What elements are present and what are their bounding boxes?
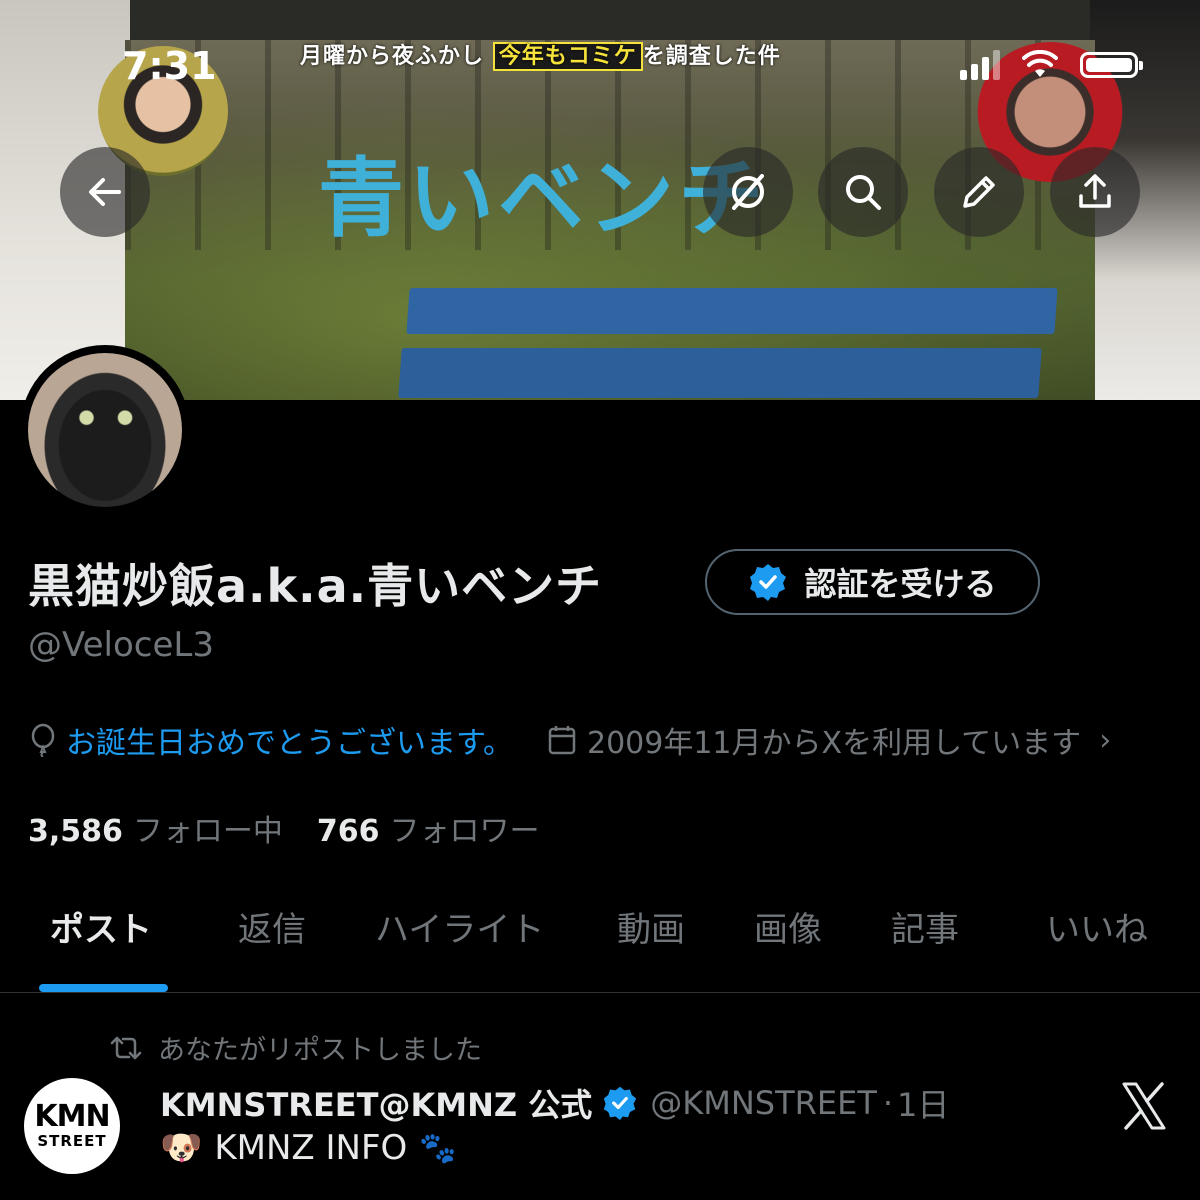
share-icon xyxy=(1079,174,1111,208)
post-timestamp[interactable]: 1日 xyxy=(897,1080,949,1126)
followers-count: 766 xyxy=(316,814,380,849)
tv-show-title: 月曜から夜ふかし xyxy=(300,44,485,69)
post-author-name[interactable]: KMNSTREET@KMNZ 公式 xyxy=(160,1080,592,1126)
status-bar-time: 7:31 xyxy=(122,44,217,88)
arrow-left-icon xyxy=(89,178,121,206)
joined-date-text[interactable]: 2009年11月からXを利用しています xyxy=(587,718,1081,762)
tab-posts[interactable]: ポスト xyxy=(50,902,152,951)
search-icon xyxy=(846,175,881,210)
post-author-avatar[interactable]: KMN STREET xyxy=(24,1078,120,1174)
active-tab-indicator xyxy=(39,984,168,992)
tv-caption-highlight: 今年もコミケ xyxy=(492,42,643,71)
tv-caption-rest: を調査した件 xyxy=(642,44,781,69)
profile-meta-row: お誕生日おめでとうございます。 2009年11月からXを利用しています › xyxy=(28,718,1111,762)
wifi-icon xyxy=(1022,50,1058,77)
balloon-icon xyxy=(31,723,55,757)
status-bar-icons xyxy=(960,50,1143,80)
post-author-handle[interactable]: @KMNSTREET xyxy=(650,1084,877,1122)
back-button[interactable] xyxy=(60,147,150,237)
grok-button[interactable] xyxy=(703,147,793,237)
black-cat-avatar-image xyxy=(28,353,182,507)
post-text: KMNZ INFO xyxy=(214,1128,408,1168)
get-verified-label: 認証を受ける xyxy=(804,565,997,603)
tab-replies[interactable]: 返信 xyxy=(238,902,306,951)
paw-prints-emoji-icon: 🐾 xyxy=(419,1130,457,1166)
edit-button[interactable] xyxy=(934,147,1024,237)
repost-icon xyxy=(110,1036,142,1059)
banner-sign-text: 青いベンチ xyxy=(318,149,768,249)
repost-label: あなたがリポストしました xyxy=(158,1035,482,1066)
chevron-right-icon[interactable]: › xyxy=(1099,723,1111,758)
search-button[interactable] xyxy=(818,147,908,237)
profile-display-name: 黒猫炒飯a.k.a.青いベンチ xyxy=(28,559,603,613)
followers-link[interactable]: 766 フォロワー xyxy=(317,806,540,850)
dog-emoji-icon: 🐶 xyxy=(160,1128,203,1168)
followers-label: フォロワー xyxy=(389,814,540,849)
following-link[interactable]: 3,586 フォロー中 xyxy=(28,806,283,850)
calendar-icon xyxy=(548,726,576,755)
repost-indicator: あなたがリポストしました xyxy=(108,1028,482,1067)
profile-tabs: ポスト 返信 ハイライト 動画 画像 記事 いいね xyxy=(0,892,1200,993)
birthday-text[interactable]: お誕生日おめでとうございます。 xyxy=(66,718,513,762)
tab-highlights[interactable]: ハイライト xyxy=(375,902,544,951)
tab-articles[interactable]: 記事 xyxy=(891,902,959,951)
following-count: 3,586 xyxy=(28,814,123,849)
get-verified-button[interactable]: 認証を受ける xyxy=(705,549,1040,615)
battery-icon xyxy=(1080,52,1143,78)
post-body[interactable]: 🐶 KMNZ INFO 🐾 xyxy=(160,1128,457,1168)
avatar-logo-line2: STREET xyxy=(37,1132,107,1150)
pencil-icon xyxy=(963,176,995,208)
follow-stats: 3,586 フォロー中 766 フォロワー xyxy=(28,806,540,850)
post-meta-separator: · xyxy=(882,1084,894,1122)
profile-avatar[interactable] xyxy=(20,345,190,515)
cellular-signal-icon xyxy=(960,50,1000,80)
x-logo-icon xyxy=(1122,1082,1166,1130)
avatar-logo-line1: KMN xyxy=(34,1099,110,1134)
profile-handle: @VeloceL3 xyxy=(28,625,214,665)
grok-icon xyxy=(732,174,764,210)
share-button[interactable] xyxy=(1050,147,1140,237)
verified-badge-icon xyxy=(604,1086,637,1121)
tab-videos[interactable]: 動画 xyxy=(617,902,685,951)
banner-bench-top xyxy=(406,288,1058,334)
banner-tv-caption: 月曜から夜ふかし 今年もコミケ を調査した件 xyxy=(300,38,781,71)
verified-badge-icon xyxy=(750,564,787,601)
following-label: フォロー中 xyxy=(132,814,283,849)
post-header: KMNSTREET@KMNZ 公式 @KMNSTREET · 1日 xyxy=(160,1080,949,1126)
banner-bench-bottom xyxy=(398,348,1042,398)
tab-likes[interactable]: いいね xyxy=(1046,902,1148,951)
tab-images[interactable]: 画像 xyxy=(754,902,822,951)
